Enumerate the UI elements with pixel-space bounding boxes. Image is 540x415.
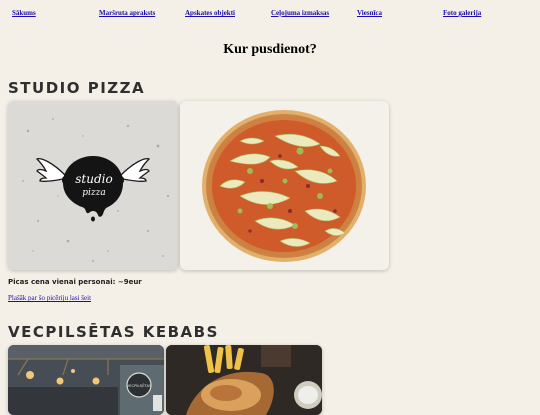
studio-pizza-logo-graphic: studio pizza — [22, 118, 170, 262]
nav-link-sights[interactable]: Apskates objekti — [185, 9, 235, 17]
logo-text-studio: studio — [75, 172, 112, 186]
studio-pizza-logo-image: studio pizza — [8, 101, 178, 270]
nav-link-hotel[interactable]: Viesnīca — [357, 9, 382, 17]
pizza-price-text: Picas cena vienai personai: ~9eur — [8, 278, 142, 286]
nav-link-home[interactable]: Sākums — [12, 9, 36, 17]
pizza-photo — [180, 101, 389, 270]
studio-pizza-more-link[interactable]: Plašāk par šo picēriju lasi šeit — [8, 294, 91, 302]
section-title-kebabs: VECPILSĒTAS KEBABS — [8, 323, 219, 341]
logo-blob-icon — [63, 156, 123, 217]
nav-link-costs[interactable]: Ceļojuma izmaksas — [271, 9, 329, 17]
nav-link-route[interactable]: Maršruta apraksts — [99, 9, 155, 17]
page-title: Kur pusdienot? — [223, 42, 317, 57]
section-title-studio-pizza: STUDIO PIZZA — [8, 79, 146, 97]
kebab-sign-text: VECPILSĒTAS — [126, 383, 152, 388]
pizza-graphic — [202, 110, 366, 262]
top-navigation: Sākums Maršruta apraksts Apskates objekt… — [0, 9, 540, 23]
nav-link-gallery[interactable]: Foto galerija — [443, 9, 481, 17]
logo-text-pizza: pizza — [82, 188, 106, 198]
